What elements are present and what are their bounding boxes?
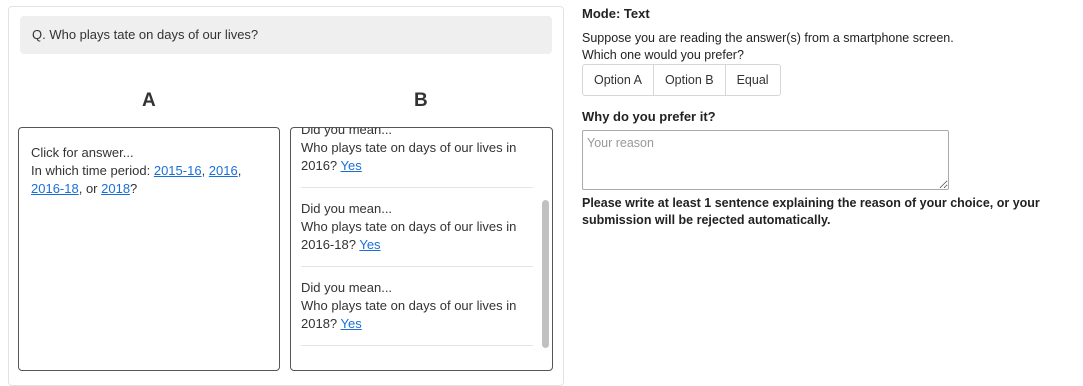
instruction-line-2: Which one would you prefer? [582,48,744,62]
column-b-header: B [414,90,428,111]
preference-button-group: Option A Option B Equal [582,64,781,96]
list-item: Did you mean... Who plays tate on days o… [301,279,533,346]
question-mark: ? [130,181,138,196]
separator: , [201,163,209,178]
option-a-button[interactable]: Option A [582,64,654,96]
suggestion-question: Who plays tate on days of our lives in 2… [301,140,517,173]
scrollbar-thumb[interactable] [542,200,549,348]
click-for-answer-text[interactable]: Click for answer... [31,144,267,162]
yes-link[interactable]: Yes [341,158,362,173]
why-prefer-label: Why do you prefer it? [582,109,716,124]
suggestion-text: Who plays tate on days of our lives in 2… [301,297,533,333]
separator: , [237,163,242,178]
reason-textarea[interactable] [582,130,949,190]
yes-link[interactable]: Yes [359,237,380,252]
suggestion-question: Who plays tate on days of our lives in 2… [301,219,517,252]
suggestion-text: Who plays tate on days of our lives in 2… [301,139,533,175]
instructions: Suppose you are reading the answer(s) fr… [582,30,954,64]
period-link-2015-16[interactable]: 2015-16 [154,163,202,178]
list-item: Did you mean... Who plays tate on days o… [301,127,533,188]
period-link-2016[interactable]: 2016 [209,163,238,178]
suggestion-text: Who plays tate on days of our lives in 2… [301,218,533,254]
equal-button[interactable]: Equal [724,64,781,96]
did-you-mean-label: Did you mean... [301,201,393,216]
separator: , or [78,181,102,196]
suggestion-question: Who plays tate on days of our lives in 2… [301,298,517,331]
period-link-2016-18[interactable]: 2016-18 [31,181,79,196]
instruction-line-1: Suppose you are reading the answer(s) fr… [582,31,954,45]
mode-label: Mode: Text [582,6,650,21]
question-banner: Q. Who plays tate on days of our lives? [20,16,552,54]
answer-a-box: Click for answer... In which time period… [18,127,280,371]
did-you-mean-label: Did you mean... [301,280,393,295]
column-a-header: A [142,90,156,111]
time-period-label: In which time period: [31,163,154,178]
answer-b-list: Did you mean... Who plays tate on days o… [301,128,533,358]
yes-link[interactable]: Yes [341,316,362,331]
period-link-2018[interactable]: 2018 [101,181,130,196]
list-item: Did you mean... Who plays tate on days o… [301,200,533,267]
answer-b-box[interactable]: Did you mean... Who plays tate on days o… [290,127,553,371]
warning-text: Please write at least 1 sentence explain… [582,196,1040,227]
did-you-mean-label: Did you mean... [301,127,393,137]
time-period-prompt: In which time period: 2015-16, 2016, 201… [31,162,267,198]
option-b-button[interactable]: Option B [652,64,726,96]
